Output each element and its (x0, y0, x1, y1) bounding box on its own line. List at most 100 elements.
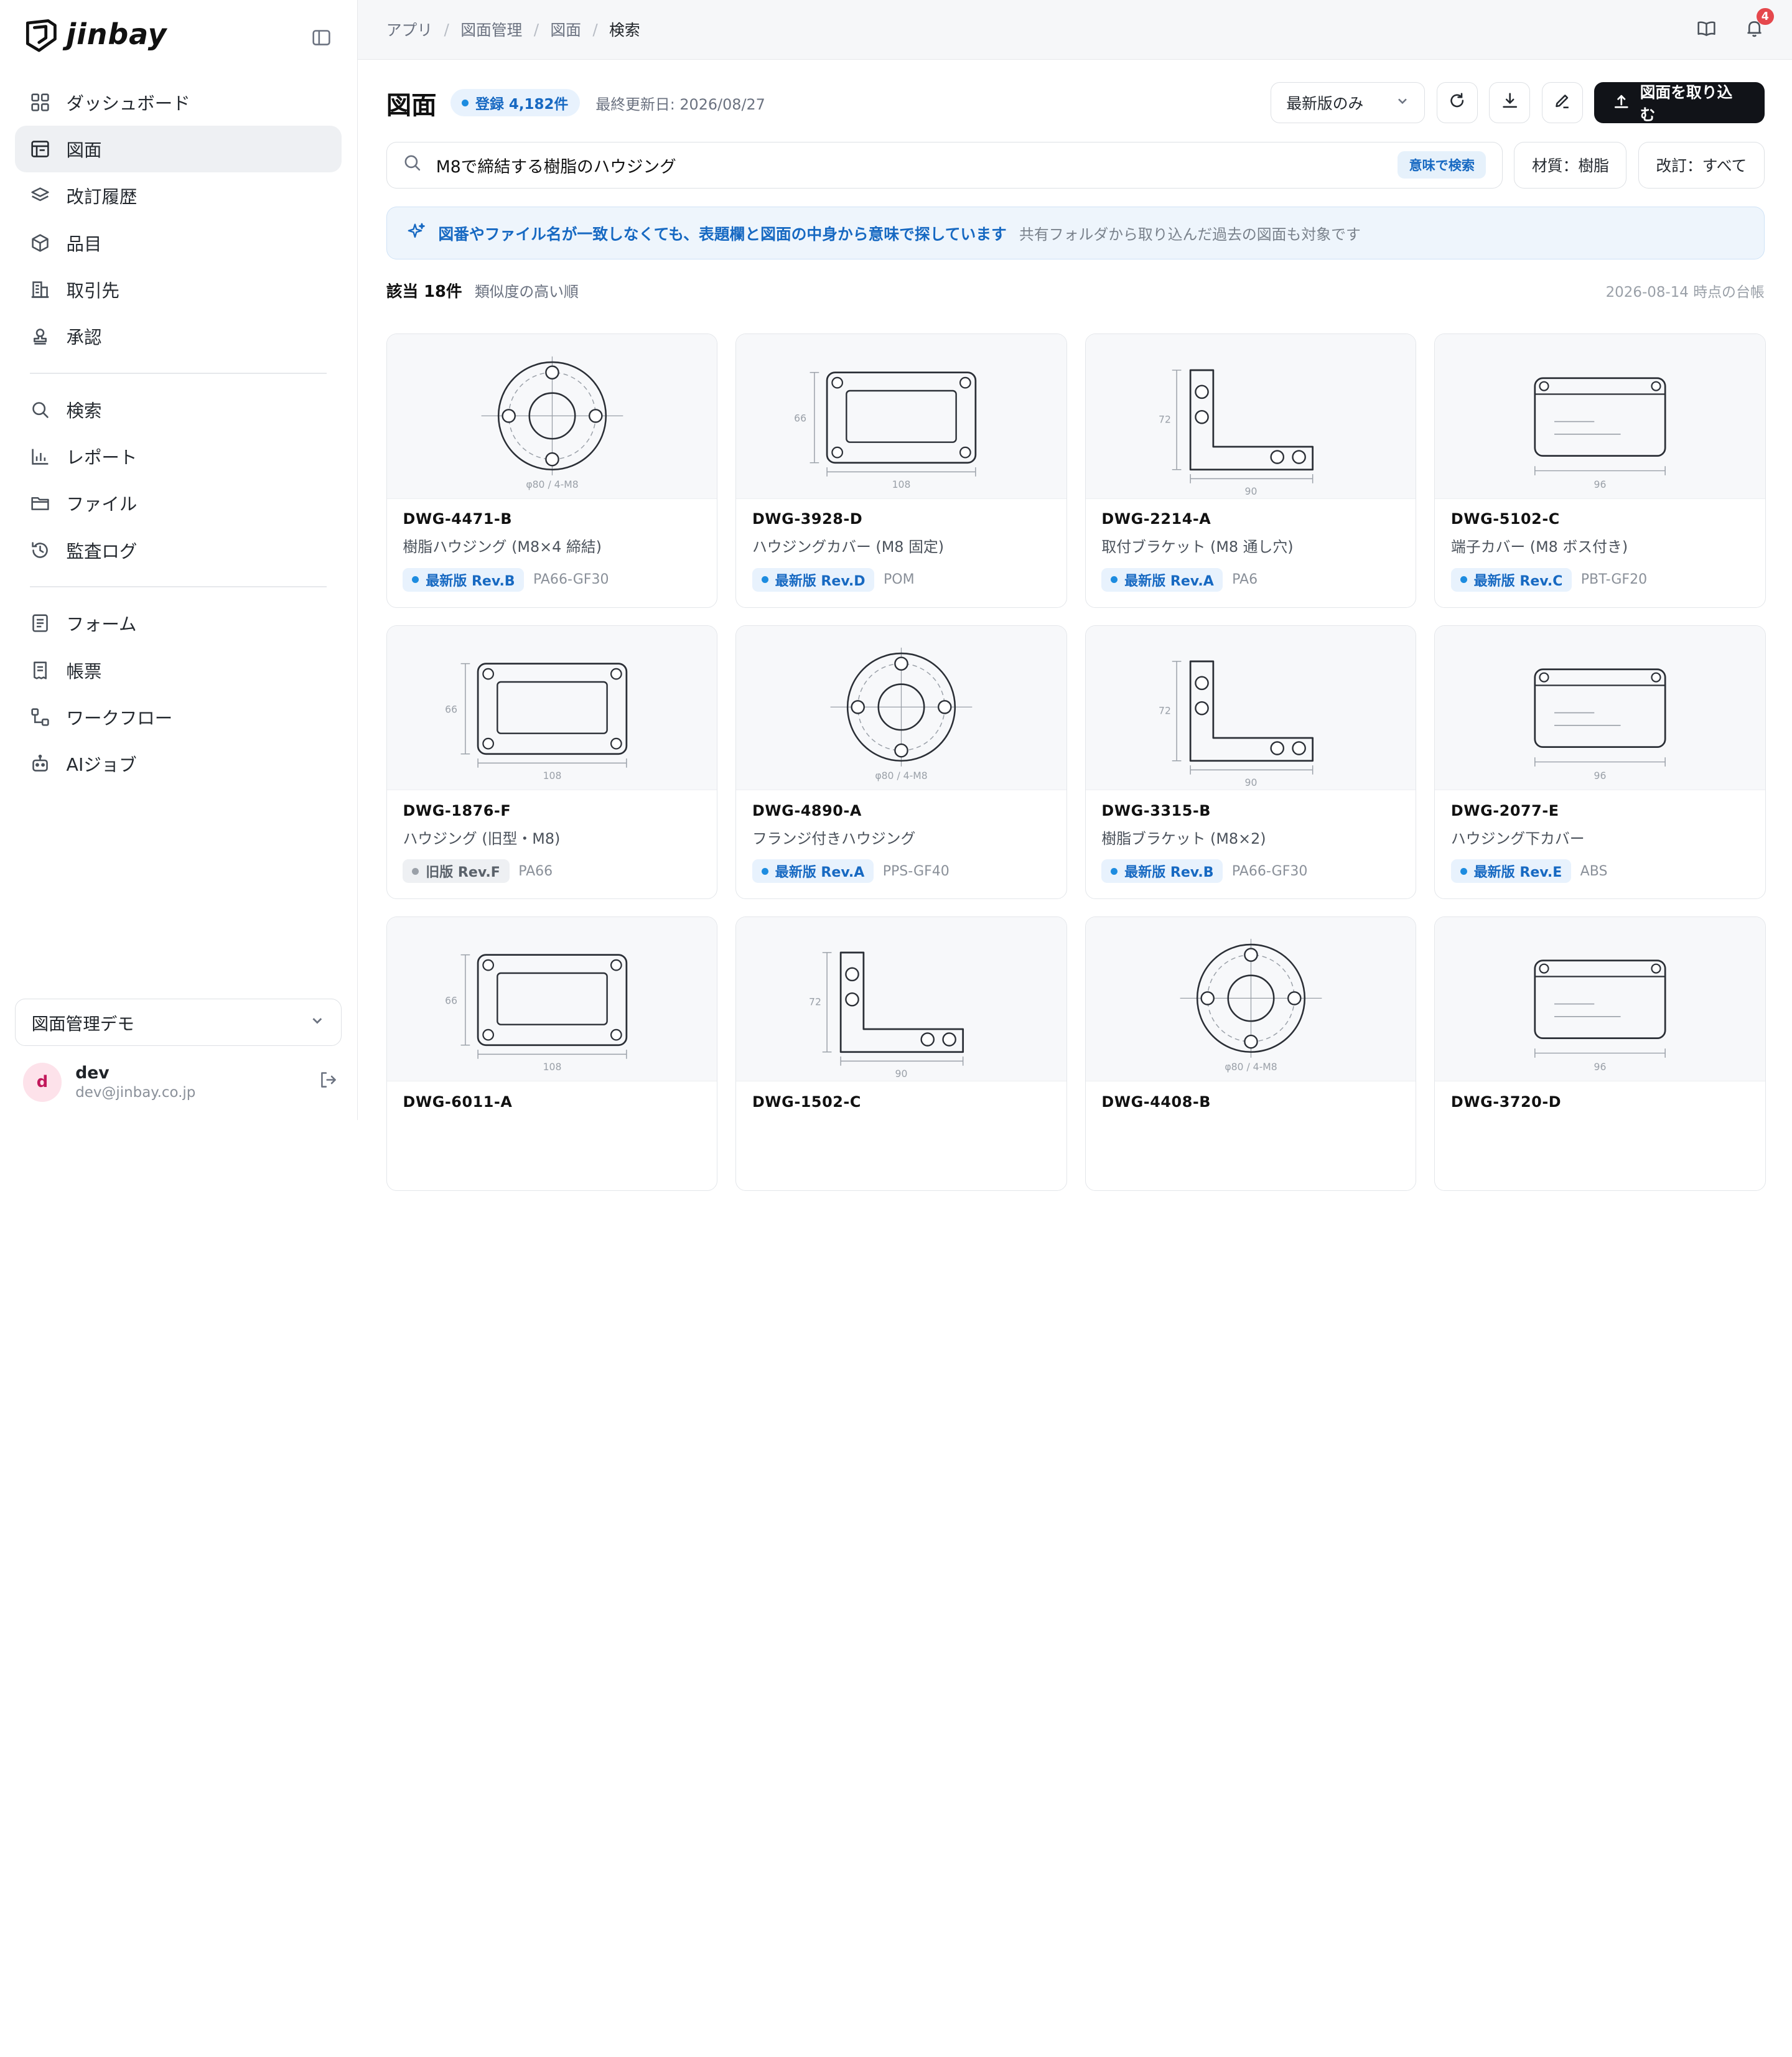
drawing-card[interactable]: φ80 / 4-M8 DWG-4408-B (1085, 917, 1417, 1191)
status-dot-icon (461, 99, 469, 106)
revision-dot-icon (1111, 867, 1118, 875)
brand-logo-icon (23, 16, 60, 53)
drawing-card[interactable]: 90 72 DWG-3315-B 樹脂ブラケット (M8×2) 最新版 Rev.… (1085, 625, 1417, 900)
drawing-card[interactable]: φ80 / 4-M8 DWG-4471-B 樹脂ハウジング (M8×4 締結) … (386, 334, 718, 609)
drawing-number: DWG-4471-B (403, 510, 513, 528)
drawing-title: 端子カバー (M8 ボス付き) (1450, 538, 1628, 556)
filter-revision[interactable]: 改訂：すべて (1638, 141, 1765, 189)
drawing-card[interactable]: φ80 / 4-M8 DWG-4890-A フランジ付きハウジング 最新版 Re… (735, 625, 1067, 900)
drawing-number: DWG-1876-F (403, 801, 511, 819)
dimension-label: 90 (1244, 777, 1257, 788)
sidebar-item-receipt[interactable]: 帳票 (15, 646, 342, 693)
sidebar-item-bar-chart[interactable]: レポート (15, 433, 342, 480)
workspace-name: 図面管理デモ (31, 1014, 134, 1034)
breadcrumb-item[interactable]: 図面管理 (460, 18, 522, 40)
breadcrumb-current: 検索 (609, 21, 640, 40)
dimension-label: 66 (445, 704, 457, 716)
dimension-label: 90 (1244, 486, 1257, 497)
bell-icon[interactable]: 4 (1742, 7, 1774, 41)
drawing-preview-plate: 108 66 (794, 371, 977, 490)
drawing-card[interactable]: 96 DWG-2077-E ハウジング下カバー 最新版 Rev.E ABS (1434, 625, 1766, 900)
material-label: PA66 (518, 863, 553, 879)
revision-dot-icon (412, 576, 419, 584)
info-banner-subtext: 共有フォルダから取り込んだ過去の図面も対象です (1019, 226, 1361, 244)
search-icon (403, 153, 422, 177)
refresh-icon (1448, 91, 1466, 114)
revision-badge: 最新版 Rev.D (752, 567, 875, 592)
refresh-button[interactable] (1436, 82, 1478, 124)
sidebar-item-folder[interactable]: ファイル (15, 480, 342, 526)
breadcrumb-item[interactable]: アプリ (386, 18, 432, 40)
drawing-title: 樹脂ブラケット (M8×2) (1101, 829, 1266, 847)
dimension-label: 96 (1594, 770, 1607, 781)
drawing-title: ハウジング下カバー (1450, 829, 1585, 847)
drawing-thumbnail: 96 (1435, 334, 1765, 499)
material-label: PA66-GF30 (533, 572, 609, 588)
breadcrumb-item[interactable]: 図面 (550, 18, 581, 40)
sidebar-item-label: ファイル (66, 494, 138, 515)
sidebar-item-stamp[interactable]: 承認 (15, 313, 342, 360)
drawing-number: DWG-2214-A (1101, 510, 1211, 528)
drawing-preview-cover: 96 (1534, 668, 1666, 781)
drawing-card[interactable]: 90 72 DWG-2214-A 取付ブラケット (M8 通し穴) 最新版 Re… (1085, 334, 1417, 609)
card-meta: 最新版 Rev.A PPS-GF40 (752, 859, 1050, 884)
drawing-card[interactable]: 108 66 DWG-6011-A (386, 917, 718, 1191)
sidebar-item-grid[interactable]: ダッシュボード (15, 79, 342, 126)
drawing-preview-bracket: 90 72 (1159, 660, 1314, 788)
breadcrumb-separator: / (444, 20, 449, 39)
drawing-preview-cover: 96 (1534, 959, 1666, 1073)
drawing-card[interactable]: 96 DWG-5102-C 端子カバー (M8 ボス付き) 最新版 Rev.C … (1434, 334, 1766, 609)
sidebar-item-box[interactable]: 品目 (15, 220, 342, 266)
download-button[interactable] (1489, 82, 1531, 124)
main-content: アプリ / 図面管理 / 図面 / 検索 4 図面 登録 4,182件 最終更新… (357, 0, 1792, 1191)
user-profile: d dev dev@jinbay.co.jp (22, 1058, 338, 1106)
sidebar-item-search[interactable]: 検索 (15, 386, 342, 433)
card-meta: 最新版 Rev.B PA66-GF30 (1101, 859, 1399, 884)
drawing-thumbnail: 96 (1435, 625, 1765, 791)
import-drawings-button[interactable]: 図面を取り込む (1594, 82, 1765, 124)
dimension-label: φ80 / 4-M8 (526, 479, 578, 490)
results-count: 該当 18件 (386, 282, 462, 301)
semantic-search-tag[interactable]: 意味で検索 (1398, 151, 1486, 179)
sidebar-toggle-icon[interactable] (309, 25, 334, 50)
upload-icon (1613, 93, 1630, 114)
form-icon (30, 613, 50, 633)
sidebar-item-form[interactable]: フォーム (15, 600, 342, 646)
filter-material[interactable]: 材質：樹脂 (1514, 141, 1627, 189)
workspace-switcher[interactable]: 図面管理デモ (14, 999, 342, 1046)
sidebar-item-workflow[interactable]: ワークフロー (15, 694, 342, 740)
material-label: PBT-GF20 (1580, 572, 1648, 588)
card-meta: 旧版 Rev.F PA66 (403, 859, 701, 884)
bar-chart-icon (30, 446, 50, 467)
brand[interactable]: jinbay (23, 16, 167, 53)
results-sort[interactable]: 類似度の高い順 (475, 279, 579, 301)
dimension-label: 72 (809, 997, 821, 1008)
drawing-card[interactable]: 96 DWG-3720-D (1434, 917, 1766, 1191)
sidebar-item-building[interactable]: 取引先 (15, 266, 342, 313)
dimension-label: 66 (445, 996, 457, 1007)
drawing-number: DWG-4890-A (752, 801, 862, 819)
search-box[interactable]: 意味で検索 (386, 141, 1503, 189)
drawing-preview-bracket: 90 72 (1159, 369, 1314, 497)
user-email: dev@jinbay.co.jp (75, 1084, 196, 1101)
version-filter-select[interactable]: 最新版のみ (1271, 82, 1426, 124)
revision-dot-icon (761, 867, 768, 875)
logout-icon[interactable] (318, 1070, 338, 1094)
drawing-card[interactable]: 108 66 DWG-1876-F ハウジング (旧型・M8) 旧版 Rev.F… (386, 625, 718, 900)
edit-button[interactable] (1541, 82, 1583, 124)
sidebar-item-robot[interactable]: AIジョブ (15, 740, 342, 787)
drawing-card[interactable]: 90 72 DWG-1502-C (735, 917, 1067, 1191)
book-icon[interactable] (1694, 16, 1719, 41)
results-snapshot: 2026-08-14 時点の台帳 (1605, 284, 1765, 301)
sidebar-item-layers[interactable]: 改訂履歴 (15, 172, 342, 219)
drawing-thumbnail: 90 72 (1085, 334, 1416, 499)
avatar[interactable]: d (22, 1063, 62, 1102)
card-meta: 最新版 Rev.B PA66-GF30 (403, 567, 701, 592)
chevron-down-icon (1395, 93, 1410, 112)
sidebar-item-history[interactable]: 監査ログ (15, 527, 342, 574)
search-input[interactable] (436, 155, 1384, 175)
sidebar-item-drawing-table[interactable]: 図面 (14, 126, 342, 173)
breadcrumb: アプリ / 図面管理 / 図面 / 検索 (386, 18, 640, 40)
version-filter-value: 最新版のみ (1286, 95, 1364, 113)
drawing-card[interactable]: 108 66 DWG-3928-D ハウジングカバー (M8 固定) 最新版 R… (735, 334, 1067, 609)
